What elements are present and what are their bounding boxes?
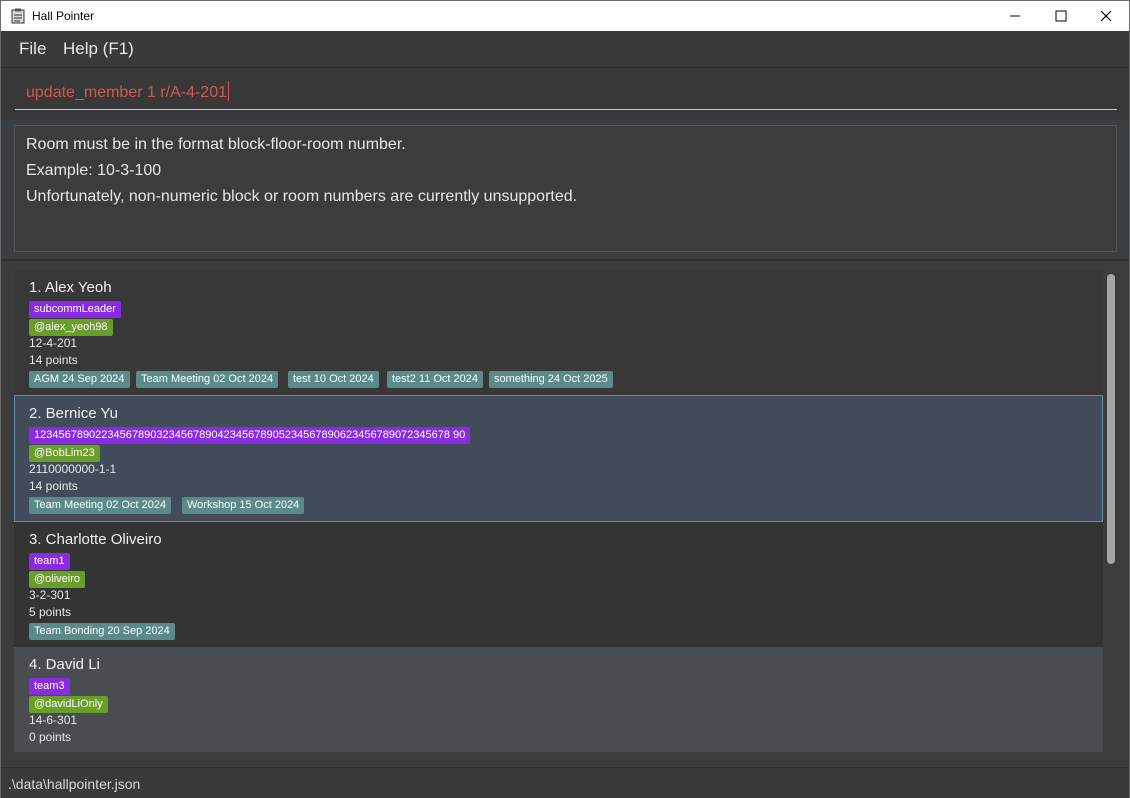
member-name: 2. Bernice Yu (29, 405, 118, 422)
menu-file[interactable]: File (19, 39, 46, 59)
member-list-panel: 1. Alex Yeoh subcommLeader @alex_yeoh98 … (1, 261, 1129, 766)
close-button[interactable] (1083, 1, 1129, 31)
room-label: 12-4-201 (29, 336, 78, 350)
session-tag: test2 11 Oct 2024 (387, 371, 484, 388)
member-name: 1. Alex Yeoh (29, 279, 112, 296)
telegram-tag: @oliveiro (29, 571, 86, 588)
status-bar: .\data\hallpointer.json (1, 767, 1129, 798)
menu-bar: File Help (F1) (1, 31, 1129, 68)
session-tag: Workshop 15 Oct 2024 (182, 497, 305, 514)
command-input[interactable]: update_member 1 r/A-4-201 (15, 80, 1117, 110)
maximize-button[interactable] (1038, 1, 1084, 31)
room-label: 2110000000-1-1 (29, 462, 117, 476)
telegram-tag: @alex_yeoh98 (29, 319, 113, 336)
member-card[interactable]: 1. Alex Yeoh subcommLeader @alex_yeoh98 … (14, 270, 1103, 395)
result-display: Room must be in the format block-floor-r… (14, 125, 1117, 252)
close-icon (1100, 10, 1112, 22)
points-label: 0 points (29, 730, 72, 744)
minimize-button[interactable] (992, 1, 1038, 31)
text-caret (228, 81, 229, 101)
session-tag: Team Bonding 20 Sep 2024 (29, 623, 175, 640)
role-tag: 1234567890223456789032345678904234567890… (29, 427, 471, 444)
session-tag: Team Meeting 02 Oct 2024 (136, 371, 279, 388)
result-line: Room must be in the format block-floor-r… (26, 136, 406, 153)
points-label: 14 points (29, 479, 78, 493)
window-title: Hall Pointer (32, 9, 95, 23)
member-name: 3. Charlotte Oliveiro (29, 531, 162, 548)
role-tag: team3 (29, 678, 70, 695)
storage-path: .\data\hallpointer.json (8, 776, 141, 792)
title-bar: Hall Pointer (1, 1, 1129, 31)
clipboard-icon (11, 8, 25, 24)
points-label: 14 points (29, 353, 78, 367)
room-label: 14-6-301 (29, 713, 78, 727)
command-area: update_member 1 r/A-4-201 (1, 68, 1129, 120)
role-tag: team1 (29, 553, 70, 570)
app-window: Hall Pointer File Help (F1) update_membe… (0, 0, 1130, 798)
member-name: 4. David Li (29, 656, 100, 673)
points-label: 5 points (29, 605, 72, 619)
member-card[interactable]: 3. Charlotte Oliveiro team1 @oliveiro 3-… (14, 522, 1103, 647)
member-card-selected[interactable]: 2. Bernice Yu 12345678902234567890323456… (14, 395, 1103, 522)
session-tag: test 10 Oct 2024 (288, 371, 379, 388)
member-list[interactable]: 1. Alex Yeoh subcommLeader @alex_yeoh98 … (14, 270, 1103, 752)
session-tag: something 24 Oct 2025 (489, 371, 613, 388)
telegram-tag: @BobLim23 (29, 445, 100, 462)
menu-help[interactable]: Help (F1) (63, 39, 134, 59)
command-text: update_member 1 r/A-4-201 (26, 84, 227, 101)
room-label: 3-2-301 (29, 588, 71, 602)
session-tag: Team Meeting 02 Oct 2024 (29, 497, 172, 514)
member-card[interactable]: 4. David Li team3 @davidLiOnly 14-6-301 … (14, 647, 1103, 752)
minimize-icon (1010, 15, 1020, 17)
scrollbar-thumb[interactable] (1107, 274, 1115, 564)
telegram-tag: @davidLiOnly (29, 696, 108, 713)
result-line: Unfortunately, non-numeric block or room… (26, 188, 578, 205)
role-tag: subcommLeader (29, 301, 121, 318)
session-tag: AGM 24 Sep 2024 (29, 371, 130, 388)
maximize-icon (1055, 10, 1067, 22)
result-line: Example: 10-3-100 (26, 162, 162, 179)
